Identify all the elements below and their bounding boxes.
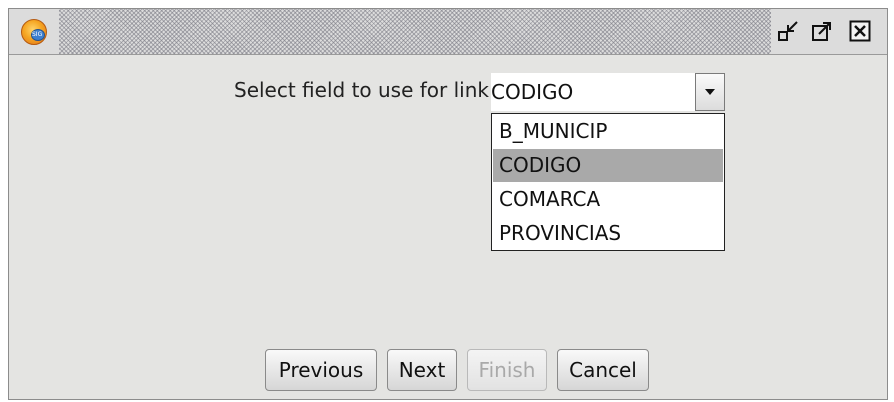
title-bar[interactable]: SIG [9,9,887,55]
maximize-icon[interactable] [811,20,833,42]
link-field-selected-value: CODIGO [491,80,574,104]
link-field-select[interactable]: CODIGO [491,73,725,111]
chevron-down-icon [705,89,715,95]
dropdown-option-b-municip[interactable]: B_MUNICIP [493,115,723,148]
app-logo-text: SIG [32,31,43,38]
minimize-icon[interactable] [777,20,799,42]
dropdown-toggle-button[interactable] [695,73,725,111]
next-button[interactable]: Next [387,349,457,391]
close-icon[interactable] [849,20,871,42]
app-logo-icon: SIG [21,19,47,45]
dropdown-option-codigo[interactable]: CODIGO [493,149,723,182]
window-controls [771,9,887,54]
link-field-label: Select field to use for link [234,78,489,102]
dropdown-list: B_MUNICIP CODIGO COMARCA PROVINCIAS [491,113,725,251]
dialog-content: Select field to use for link CODIGO B_MU… [9,55,887,399]
cancel-button[interactable]: Cancel [557,349,649,391]
dropdown-option-comarca[interactable]: COMARCA [493,183,723,216]
dialog-window: SIG Select field to use for link CODIGO … [8,8,888,400]
finish-button[interactable]: Finish [467,349,547,391]
dropdown-option-provincias[interactable]: PROVINCIAS [493,217,723,250]
previous-button[interactable]: Previous [265,349,377,391]
